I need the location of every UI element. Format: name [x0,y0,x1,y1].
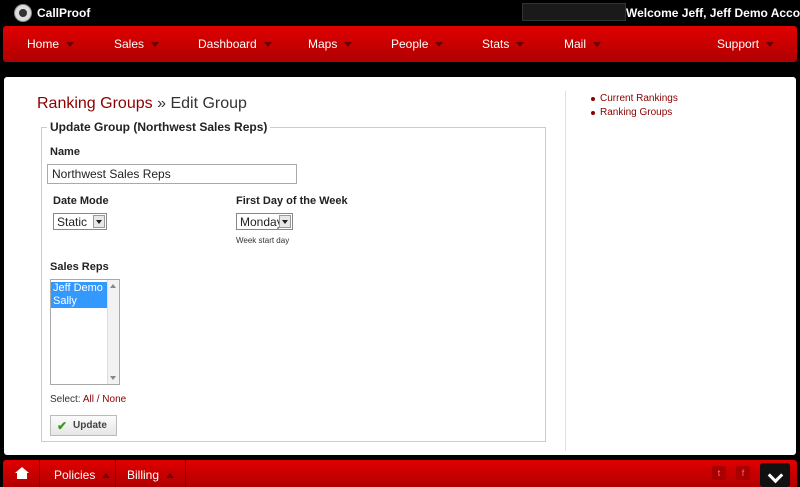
first-day-select[interactable]: Monday [236,213,293,230]
footer-billing[interactable]: Billing [127,468,175,482]
dropdown-arrow-icon [279,215,291,228]
nav-support-label: Support [717,37,760,51]
breadcrumb-separator: » [157,95,166,112]
page-title: Edit Group [170,95,247,112]
select-none-link[interactable]: None [102,394,126,405]
scroll-up-icon[interactable] [110,284,116,288]
update-group-fieldset: Update Group (Northwest Sales Reps) Name… [41,120,546,442]
first-day-label: First Day of the Week [236,195,348,207]
callproof-logo-icon[interactable] [14,4,32,22]
chevron-down-icon [344,42,353,48]
sales-reps-listbox[interactable]: Jeff Demo Sally Smith [50,279,120,385]
nav-sales-label: Sales [114,37,145,51]
content-panel: Ranking Groups » Edit Group Update Group… [4,77,796,455]
chevron-down-icon[interactable] [760,463,790,487]
nav-maps[interactable]: Maps [308,37,353,51]
sidebar-link-current-rankings[interactable]: Current Rankings [591,92,678,106]
footer-policies[interactable]: Policies [54,468,111,482]
update-button-label: Update [73,420,107,431]
twitter-icon[interactable]: t [712,466,726,480]
sidebar-divider [565,91,566,451]
select-separator: / [96,394,100,405]
nav-mail[interactable]: Mail [564,37,602,51]
sidebar-links: Current Rankings Ranking Groups [590,92,678,120]
nav-people[interactable]: People [391,37,444,51]
welcome-text: Welcome Jeff, Jeff Demo Account [626,6,800,20]
date-mode-label: Date Mode [53,195,109,207]
nav-stats-label: Stats [482,37,510,51]
checkmark-icon: ✔ [57,419,68,433]
main-nav: Home Sales Dashboard Maps People Stats M… [3,26,797,62]
chevron-down-icon [263,42,272,48]
sales-reps-label: Sales Reps [50,261,109,273]
chevron-up-icon [166,473,175,479]
nav-stats[interactable]: Stats [482,37,525,51]
nav-maps-label: Maps [308,37,338,51]
chevron-down-icon [766,42,775,48]
scroll-down-icon[interactable] [110,376,116,380]
date-mode-select[interactable]: Static [53,213,107,230]
footer-policies-label: Policies [54,468,96,482]
sidebar-link-ranking-groups[interactable]: Ranking Groups [591,106,678,120]
chevron-down-icon [66,42,75,48]
footer-bar: Policies Billing t f [3,460,797,487]
footer-divider [185,460,186,487]
chevron-up-icon [102,473,111,479]
nav-support[interactable]: Support [717,37,775,51]
select-prefix: Select: [50,394,81,405]
top-bar: CallProof Welcome Jeff, Jeff Demo Accoun… [0,0,800,25]
footer-divider [115,460,116,487]
nav-home-label: Home [27,37,60,51]
chevron-down-icon [593,42,602,48]
footer-billing-label: Billing [127,468,160,482]
chevron-down-icon [435,42,444,48]
fieldset-legend: Update Group (Northwest Sales Reps) [47,120,271,134]
home-icon[interactable] [15,467,29,479]
nav-sales[interactable]: Sales [114,37,160,51]
brand-name[interactable]: CallProof [37,6,90,20]
sales-rep-option[interactable]: Jeff Demo [51,282,107,295]
select-all-link[interactable]: All [83,394,94,405]
dropdown-arrow-icon [93,215,105,228]
nav-mail-label: Mail [564,37,587,51]
breadcrumb-ranking-groups-link[interactable]: Ranking Groups [37,95,153,112]
breadcrumb: Ranking Groups » Edit Group [37,95,247,113]
sales-rep-option[interactable]: Sally Smith [51,295,107,320]
name-label: Name [50,146,80,158]
date-mode-value: Static [57,215,88,229]
chevron-down-icon [151,42,160,48]
first-day-hint: Week start day [236,236,290,245]
first-day-value: Monday [240,215,283,229]
facebook-icon[interactable]: f [736,466,750,480]
group-name-input[interactable] [47,164,297,184]
home-base-shape [17,473,27,479]
redacted-box [522,3,626,21]
nav-people-label: People [391,37,429,51]
update-button[interactable]: ✔ Update [50,415,117,436]
listbox-scrollbar[interactable] [107,280,119,384]
chevron-down-icon [516,42,525,48]
nav-dashboard[interactable]: Dashboard [198,37,272,51]
nav-home[interactable]: Home [27,37,75,51]
footer-divider [39,460,40,487]
select-links: Select: All / None [50,394,126,405]
nav-dashboard-label: Dashboard [198,37,257,51]
